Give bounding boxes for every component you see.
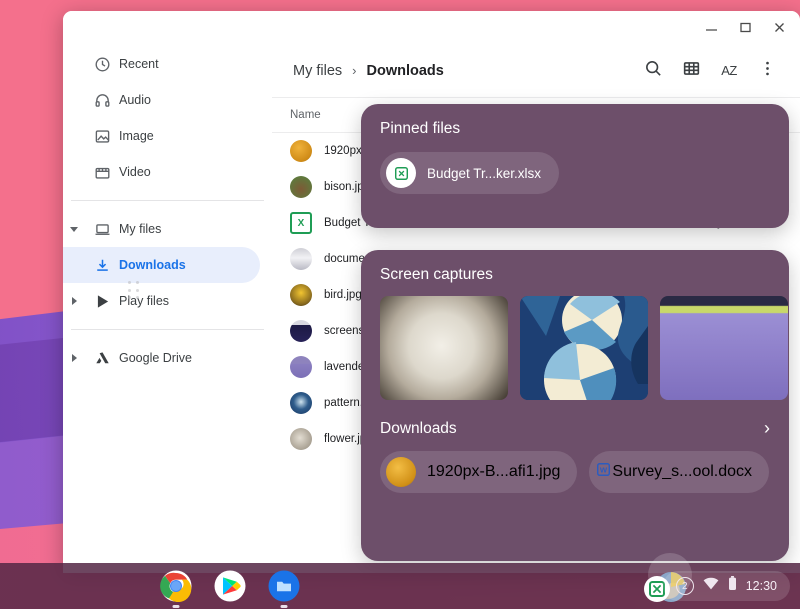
chevron-right-icon[interactable]: › [764, 418, 770, 439]
file-thumbnail [290, 320, 312, 342]
download-icon [85, 257, 119, 274]
downloads-section-header[interactable]: Downloads › [361, 400, 789, 439]
clock-icon [85, 56, 119, 73]
search-button[interactable] [634, 52, 672, 90]
video-icon [85, 164, 119, 181]
status-tray[interactable]: 2 12:30 [662, 571, 790, 601]
file-thumbnail [290, 248, 312, 270]
notification-badge[interactable]: 2 [675, 577, 694, 595]
chevron-down-icon[interactable] [63, 226, 85, 232]
file-thumbnail [290, 392, 312, 414]
sidebar-group-shortcuts: Recent Audio Image Video [63, 44, 272, 192]
chevron-right-icon[interactable] [63, 297, 85, 305]
sort-button[interactable]: AZ [710, 52, 748, 90]
kebab-icon [758, 59, 777, 83]
wifi-icon[interactable] [703, 577, 719, 595]
file-thumbnail [290, 356, 312, 378]
shelf-app-list [160, 563, 300, 609]
sidebar-item-audio[interactable]: Audio [63, 82, 260, 118]
breadcrumb-root[interactable]: My files [293, 63, 342, 79]
file-thumbnail [290, 428, 312, 450]
google-drive-icon [85, 350, 119, 367]
word-icon: W [595, 461, 612, 483]
pinned-files-card: Pinned files Budget Tr...ker.xlsx [361, 104, 789, 228]
file-thumbnail [290, 140, 312, 162]
screen-captures-list [361, 284, 789, 400]
sidebar-item-label: Audio [119, 93, 151, 107]
file-thumbnail [290, 284, 312, 306]
breadcrumb-separator-icon: › [352, 63, 357, 78]
sidebar-item-label: Video [119, 165, 151, 179]
image-thumb-gold [386, 457, 416, 487]
sidebar-divider [71, 200, 264, 201]
shelf-item-files[interactable] [268, 570, 300, 608]
sidebar: Recent Audio Image Video My files Downlo… [63, 44, 272, 573]
download-chip-label: Survey_s...ool.docx [612, 463, 753, 480]
download-chip-label: 1920px-B...afi1.jpg [427, 463, 561, 480]
sidebar-item-downloads[interactable]: Downloads [63, 247, 260, 283]
sidebar-item-label: My files [119, 222, 162, 236]
play-store-icon [85, 293, 119, 310]
view-grid-button[interactable] [672, 52, 710, 90]
screen-capture-thumbnail[interactable] [660, 296, 788, 400]
laptop-icon [85, 221, 119, 238]
window-controls [694, 11, 796, 44]
shelf-active-indicator [280, 605, 288, 608]
downloads-chip-list: 1920px-B...afi1.jpg W Survey_s...ool.doc… [361, 439, 789, 493]
screen-capture-thumbnail[interactable] [380, 296, 508, 400]
shelf-item-play-store[interactable] [214, 570, 246, 602]
close-button[interactable] [762, 11, 796, 44]
chevron-right-icon[interactable] [63, 354, 85, 362]
pinned-file-label: Budget Tr...ker.xlsx [427, 165, 542, 181]
screen-capture-thumbnail[interactable] [520, 296, 648, 400]
sidebar-item-label: Recent [119, 57, 159, 71]
file-thumbnail: X [290, 212, 312, 234]
breadcrumb-current[interactable]: Downloads [367, 63, 444, 79]
minimize-button[interactable] [694, 11, 728, 44]
clock[interactable]: 12:30 [746, 579, 777, 593]
more-options-button[interactable] [748, 52, 786, 90]
sidebar-item-label: Image [119, 129, 154, 143]
sidebar-group-drive: Google Drive [63, 338, 272, 378]
sidebar-item-image[interactable]: Image [63, 118, 260, 154]
svg-text:W: W [600, 466, 608, 475]
grid-icon [682, 59, 701, 83]
image-icon [85, 128, 119, 145]
battery-icon[interactable] [728, 576, 737, 596]
screen-captures-title: Screen captures [380, 266, 493, 283]
file-thumbnail [290, 176, 312, 198]
sidebar-item-recent[interactable]: Recent [63, 46, 260, 82]
excel-icon: X [290, 212, 312, 234]
shelf: 2 12:30 [0, 553, 800, 609]
maximize-button[interactable] [728, 11, 762, 44]
pinned-file-chip[interactable]: Budget Tr...ker.xlsx [380, 152, 560, 194]
holding-space-card: Screen captures Downloads › 1920px-B...a… [361, 250, 789, 561]
search-icon [644, 59, 663, 83]
download-chip[interactable]: 1920px-B...afi1.jpg [380, 451, 578, 493]
download-chip[interactable]: W Survey_s...ool.docx [589, 451, 770, 493]
sidebar-item-label: Google Drive [119, 351, 192, 365]
sidebar-item-label: Play files [119, 294, 170, 308]
sidebar-divider [71, 329, 264, 330]
sidebar-item-google-drive[interactable]: Google Drive [63, 340, 260, 376]
breadcrumb: My files › Downloads [293, 63, 444, 79]
toolbar: My files › Downloads AZ [272, 44, 800, 97]
sidebar-item-my-files[interactable]: My files [63, 211, 260, 247]
sidebar-item-video[interactable]: Video [63, 154, 260, 190]
headphones-icon [85, 92, 119, 109]
pinned-files-title: Pinned files [380, 120, 461, 137]
sort-az-icon: AZ [721, 63, 737, 78]
sidebar-group-myfiles: My files Downloads Play files [63, 209, 272, 321]
window-titlebar[interactable] [63, 11, 800, 44]
excel-icon [386, 158, 416, 188]
downloads-title: Downloads [380, 419, 457, 437]
shelf-active-indicator [172, 605, 180, 608]
sidebar-item-play-files[interactable]: Play files [63, 283, 260, 319]
sidebar-resize-handle[interactable] [128, 281, 140, 301]
sidebar-item-label: Downloads [119, 258, 186, 272]
shelf-item-chrome[interactable] [160, 570, 192, 608]
